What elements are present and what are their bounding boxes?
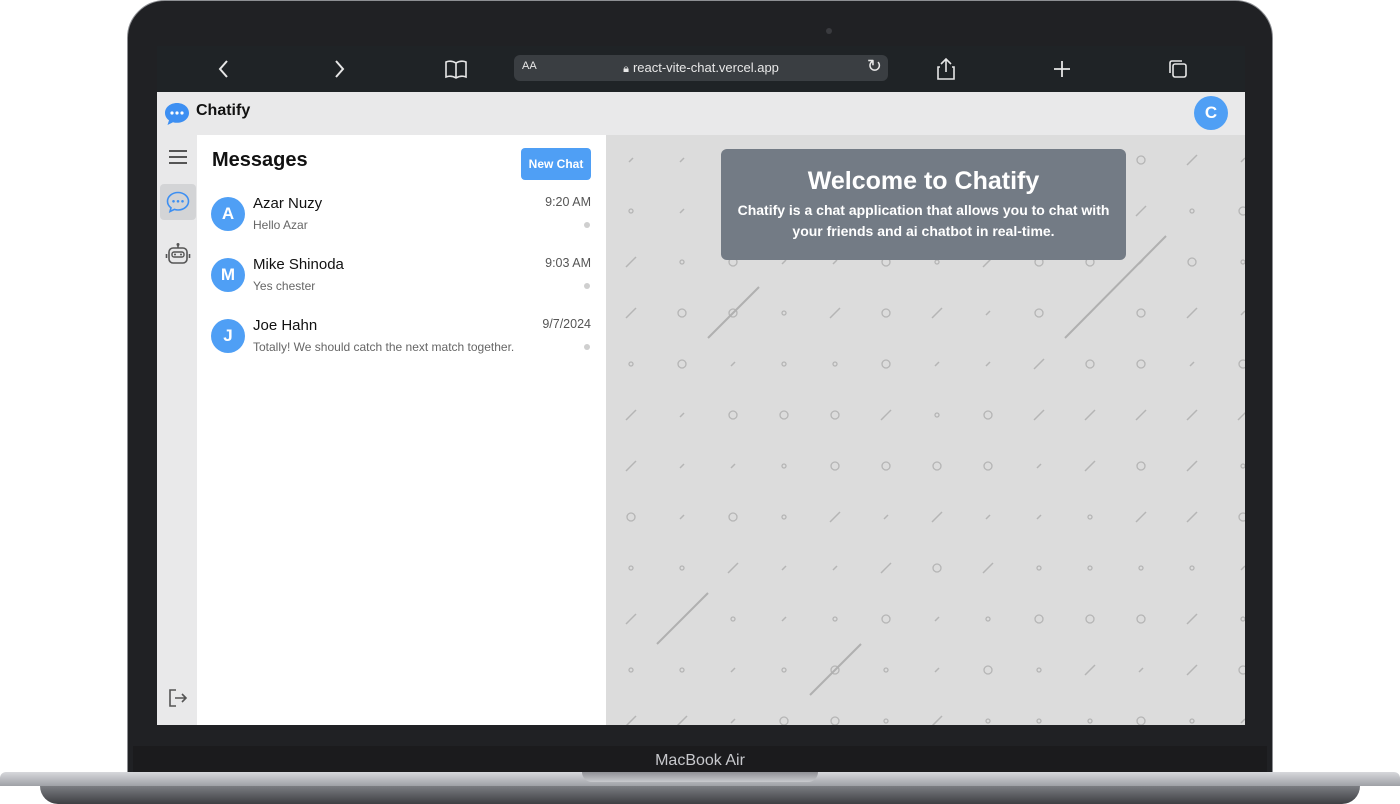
contact-avatar: A [211, 197, 245, 231]
chat-area: Welcome to Chatify Chatify is a chat app… [606, 135, 1245, 725]
share-icon[interactable] [931, 54, 961, 84]
user-avatar[interactable]: C [1194, 96, 1228, 130]
status-dot [584, 344, 590, 350]
browser-toolbar: AA 🔒︎ react-vite-chat.vercel.app ↻ [157, 46, 1245, 92]
contact-name: Mike Shinoda [253, 256, 344, 273]
app-header: Chatify C [157, 92, 1245, 135]
message-time: 9:20 AM [545, 195, 591, 209]
conversation-item[interactable]: J Joe Hahn 9/7/2024 Totally! We should c… [198, 307, 604, 367]
side-rail [157, 135, 197, 725]
logout-icon[interactable] [160, 680, 196, 716]
welcome-text: Chatify is a chat application that allow… [737, 202, 1110, 239]
contact-avatar: J [211, 319, 245, 353]
brand-name: Chatify [196, 102, 251, 119]
new-chat-button[interactable]: New Chat [521, 148, 591, 180]
status-dot [584, 222, 590, 228]
reload-icon[interactable]: ↻ [867, 56, 882, 77]
message-preview: Yes chester [253, 279, 316, 293]
menu-icon[interactable] [160, 139, 196, 175]
messages-title: Messages [212, 149, 308, 171]
back-icon[interactable] [209, 54, 239, 84]
robot-icon[interactable] [160, 237, 196, 273]
status-dot [584, 283, 590, 289]
device-label: MacBook Air [655, 752, 745, 769]
chatify-logo-icon [164, 102, 189, 125]
contact-avatar: M [211, 258, 245, 292]
bookmarks-icon[interactable] [441, 54, 471, 84]
welcome-card: Welcome to Chatify Chatify is a chat app… [721, 149, 1126, 260]
new-tab-icon[interactable] [1047, 54, 1077, 84]
contact-name: Azar Nuzy [253, 195, 323, 212]
tabs-icon[interactable] [1163, 54, 1193, 84]
url-text: react-vite-chat.vercel.app [632, 60, 779, 75]
screen: AA 🔒︎ react-vite-chat.vercel.app ↻ Chatif… [157, 46, 1245, 725]
chat-icon[interactable] [160, 184, 196, 220]
welcome-title: Welcome to Chatify [807, 167, 1040, 195]
message-time: 9/7/2024 [542, 317, 591, 331]
conversation-item[interactable]: A Azar Nuzy 9:20 AM Hello Azar [198, 185, 604, 245]
message-time: 9:03 AM [545, 256, 591, 270]
messages-panel: Messages New Chat A Azar Nuzy 9:20 AM He… [198, 135, 604, 723]
message-preview: Hello Azar [253, 218, 308, 232]
laptop-base [0, 772, 1400, 804]
camera [826, 28, 832, 34]
message-preview: Totally! We should catch the next match … [253, 340, 515, 354]
conversation-item[interactable]: M Mike Shinoda 9:03 AM Yes chester [198, 246, 604, 306]
contact-name: Joe Hahn [253, 317, 318, 334]
address-bar[interactable]: AA 🔒︎ react-vite-chat.vercel.app ↻ [514, 55, 888, 81]
lock-icon: 🔒︎ [623, 63, 629, 75]
forward-icon[interactable] [324, 54, 354, 84]
